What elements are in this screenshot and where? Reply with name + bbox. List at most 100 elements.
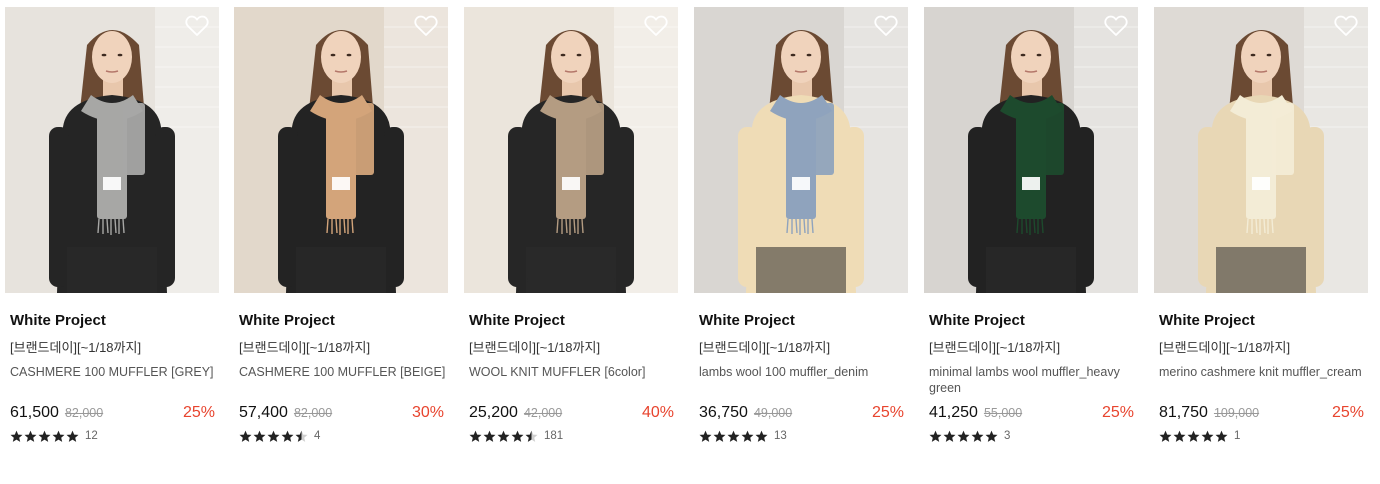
wishlist-heart-icon[interactable]	[185, 15, 209, 37]
wishlist-heart-icon[interactable]	[874, 15, 898, 37]
product-name[interactable]: minimal lambs wool muffler_heavy green	[924, 364, 1138, 398]
star-icon	[985, 430, 998, 443]
wishlist-heart-icon[interactable]	[414, 15, 438, 37]
product-image[interactable]	[694, 7, 908, 293]
rating-stars	[699, 430, 768, 443]
sale-price: 57,400	[239, 404, 288, 421]
wishlist-heart-icon[interactable]	[1334, 15, 1358, 37]
star-icon	[1173, 430, 1186, 443]
rating-stars	[239, 430, 308, 443]
wishlist-heart-icon[interactable]	[644, 15, 668, 37]
price-row: 61,500 82,000 25%	[5, 402, 219, 424]
star-icon	[24, 430, 37, 443]
price-row: 36,750 49,000 25%	[694, 402, 908, 424]
star-icon	[469, 430, 482, 443]
review-count: 4	[314, 430, 321, 442]
star-icon	[971, 430, 984, 443]
star-icon	[66, 430, 79, 443]
product-brand[interactable]: White Project	[694, 311, 908, 331]
star-icon	[1159, 430, 1172, 443]
product-card[interactable]: White Project [브랜드데이][~1/18까지] CASHMERE …	[5, 7, 219, 444]
star-icon	[1215, 430, 1228, 443]
star-icon	[295, 430, 308, 443]
discount-rate: 25%	[1331, 404, 1364, 421]
original-price: 82,000	[64, 406, 104, 420]
star-icon	[699, 430, 712, 443]
sale-price: 81,750	[1159, 404, 1208, 421]
product-name[interactable]: lambs wool 100 muffler_denim	[694, 364, 908, 398]
review-count: 3	[1004, 430, 1011, 442]
product-grid: White Project [브랜드데이][~1/18까지] CASHMERE …	[0, 0, 1380, 484]
product-image[interactable]	[924, 7, 1138, 293]
product-promo: [브랜드데이][~1/18까지]	[239, 340, 371, 355]
rating-stars	[929, 430, 998, 443]
price-row: 57,400 82,000 30%	[234, 402, 448, 424]
product-promo: [브랜드데이][~1/18까지]	[469, 340, 601, 355]
discount-rate: 25%	[182, 404, 215, 421]
sale-price: 61,500	[10, 404, 59, 421]
star-icon	[38, 430, 51, 443]
star-icon	[1187, 430, 1200, 443]
product-brand[interactable]: White Project	[924, 311, 1138, 331]
star-icon	[267, 430, 280, 443]
product-image[interactable]	[234, 7, 448, 293]
wishlist-heart-icon[interactable]	[1104, 15, 1128, 37]
star-icon	[10, 430, 23, 443]
discount-rate: 25%	[871, 404, 904, 421]
product-brand[interactable]: White Project	[5, 311, 219, 331]
product-name[interactable]: CASHMERE 100 MUFFLER [BEIGE]	[234, 364, 448, 398]
star-icon	[483, 430, 496, 443]
rating-row: 1	[1154, 428, 1368, 444]
product-card[interactable]: White Project [브랜드데이][~1/18까지] CASHMERE …	[234, 7, 448, 444]
price-row: 25,200 42,000 40%	[464, 402, 678, 424]
star-icon	[741, 430, 754, 443]
star-icon	[511, 430, 524, 443]
product-promo: [브랜드데이][~1/18까지]	[1159, 340, 1291, 355]
original-price: 49,000	[753, 406, 793, 420]
product-promo: [브랜드데이][~1/18까지]	[10, 340, 142, 355]
product-brand[interactable]: White Project	[464, 311, 678, 331]
star-icon	[755, 430, 768, 443]
product-name[interactable]: CASHMERE 100 MUFFLER [GREY]	[5, 364, 219, 398]
product-card[interactable]: White Project [브랜드데이][~1/18까지] merino ca…	[1154, 7, 1368, 444]
product-image[interactable]	[1154, 7, 1368, 293]
product-card[interactable]: White Project [브랜드데이][~1/18까지] minimal l…	[924, 7, 1138, 444]
original-price: 82,000	[293, 406, 333, 420]
product-promo: [브랜드데이][~1/18까지]	[699, 340, 831, 355]
rating-row: 181	[464, 428, 678, 444]
sale-price: 41,250	[929, 404, 978, 421]
star-icon	[957, 430, 970, 443]
sale-price: 36,750	[699, 404, 748, 421]
review-count: 181	[544, 430, 564, 442]
product-brand[interactable]: White Project	[234, 311, 448, 331]
product-card[interactable]: White Project [브랜드데이][~1/18까지] lambs woo…	[694, 7, 908, 444]
review-count: 1	[1234, 430, 1241, 442]
rating-row: 13	[694, 428, 908, 444]
rating-row: 12	[5, 428, 219, 444]
original-price: 109,000	[1213, 406, 1260, 420]
star-icon	[497, 430, 510, 443]
star-icon	[1201, 430, 1214, 443]
star-icon	[713, 430, 726, 443]
product-brand[interactable]: White Project	[1154, 311, 1368, 331]
rating-row: 3	[924, 428, 1138, 444]
product-name[interactable]: merino cashmere knit muffler_cream	[1154, 364, 1368, 398]
star-icon	[929, 430, 942, 443]
discount-rate: 25%	[1101, 404, 1134, 421]
rating-stars	[10, 430, 79, 443]
original-price: 55,000	[983, 406, 1023, 420]
star-icon	[52, 430, 65, 443]
price-row: 41,250 55,000 25%	[924, 402, 1138, 424]
review-count: 13	[774, 430, 787, 442]
original-price: 42,000	[523, 406, 563, 420]
product-promo: [브랜드데이][~1/18까지]	[929, 340, 1061, 355]
price-row: 81,750 109,000 25%	[1154, 402, 1368, 424]
product-image[interactable]	[464, 7, 678, 293]
discount-rate: 30%	[411, 404, 444, 421]
product-name[interactable]: WOOL KNIT MUFFLER [6color]	[464, 364, 678, 398]
star-icon	[239, 430, 252, 443]
product-image[interactable]	[5, 7, 219, 293]
review-count: 12	[85, 430, 98, 442]
star-icon	[281, 430, 294, 443]
product-card[interactable]: White Project [브랜드데이][~1/18까지] WOOL KNIT…	[464, 7, 678, 444]
